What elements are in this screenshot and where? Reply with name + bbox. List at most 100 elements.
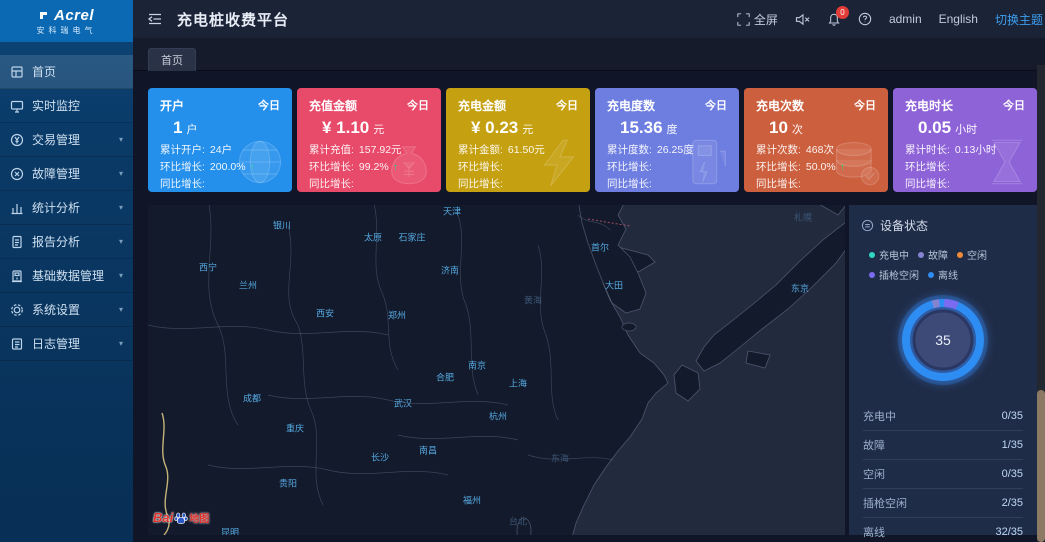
donut-total: 35: [935, 332, 951, 348]
moneybag-icon: [383, 136, 435, 188]
map-canvas[interactable]: 银川天津太原石家庄西宁兰州济南西安郑州成都重庆武汉合肥南京上海杭州长沙南昌贵阳福…: [148, 205, 845, 535]
baidu-suffix-text: 地图: [189, 510, 209, 525]
map-city-label: 郑州: [388, 309, 406, 322]
card-value: 10次: [769, 118, 876, 138]
sidebar-collapse-button[interactable]: [147, 12, 163, 26]
page-title: 充电桩收费平台: [177, 9, 289, 30]
map-city-label: 长沙: [371, 451, 389, 464]
card-title: 充值金额: [309, 97, 357, 114]
help-button[interactable]: [858, 12, 872, 26]
map-city-label: 石家庄: [398, 231, 425, 244]
fullscreen-icon: [737, 13, 750, 26]
chevron-down-icon: ▾: [119, 305, 123, 314]
lightning-icon: [534, 138, 584, 188]
stat-card-charge-amount: 充电金额今日 ¥ 0.23元 累计金额:61.50元 环比增长: 同比增长:: [446, 88, 590, 192]
fault-circle-icon: [10, 167, 24, 181]
username: admin: [889, 12, 922, 26]
status-row: 故障1/35: [863, 431, 1023, 460]
sidebar-item-monitor[interactable]: 实时监控: [0, 89, 133, 123]
map-city-label: 东京: [791, 282, 809, 295]
map-city-label: 西宁: [199, 261, 217, 274]
baidu-paw-icon: [174, 511, 188, 525]
sidebar-item-logs[interactable]: 日志管理 ▾: [0, 327, 133, 361]
stat-card-energy: 充电度数今日 15.36度 累计度数:26.25度 环比增长: 同比增长:: [595, 88, 739, 192]
sidebar-item-transactions[interactable]: 交易管理 ▾: [0, 123, 133, 157]
card-value: 15.36度: [620, 118, 727, 138]
map-city-label: 昆明: [221, 526, 239, 536]
legend-item: 故障: [918, 247, 948, 262]
sidebar-item-faults[interactable]: 故障管理 ▾: [0, 157, 133, 191]
map-city-label: 天津: [443, 205, 461, 218]
fullscreen-label: 全屏: [754, 11, 778, 28]
map-city-label: 武汉: [394, 397, 412, 410]
tab-home[interactable]: 首页: [148, 48, 196, 71]
map-city-label: 贵阳: [279, 477, 297, 490]
device-status-title: 设备状态: [880, 217, 928, 234]
card-value: ¥ 1.10元: [322, 118, 429, 138]
card-title: 充电次数: [756, 97, 804, 114]
scrollbar-thumb[interactable]: [1037, 390, 1045, 542]
sidebar-item-label: 实时监控: [32, 97, 80, 114]
status-icon: [861, 219, 874, 232]
user-menu[interactable]: admin: [889, 12, 922, 26]
card-title: 充电时长: [905, 97, 953, 114]
map-city-label: 太原: [364, 231, 382, 244]
map-city-label: 西安: [316, 307, 334, 320]
card-period: 今日: [854, 97, 876, 114]
top-header: 充电桩收费平台 全屏 0 admin English 切换主题: [133, 0, 1045, 38]
monitor-icon: [10, 99, 24, 113]
brand-mark-icon: [39, 9, 51, 21]
card-period: 今日: [556, 97, 578, 114]
device-status-header: 设备状态: [849, 217, 1037, 234]
language-label: English: [939, 12, 978, 26]
card-value: ¥ 0.23元: [471, 118, 578, 138]
sidebar-item-label: 日志管理: [32, 335, 80, 352]
chevron-down-icon: ▾: [119, 237, 123, 246]
map-city-label: 黄海: [524, 294, 542, 307]
map-city-label: 首尔: [591, 241, 609, 254]
fullscreen-button[interactable]: 全屏: [737, 11, 778, 28]
legend-item: 离线: [928, 267, 958, 282]
sidebar-item-statistics[interactable]: 统计分析 ▾: [0, 191, 133, 225]
notification-badge: 0: [836, 6, 849, 19]
mute-button[interactable]: [795, 13, 810, 26]
chevron-down-icon: ▾: [119, 169, 123, 178]
card-period: 今日: [1003, 97, 1025, 114]
sidebar-item-home[interactable]: 首页: [0, 55, 133, 89]
map-city-label: 济南: [441, 264, 459, 277]
map-city-label: 大田: [605, 279, 623, 292]
map-city-label: 南京: [468, 359, 486, 372]
map-city-label: 南昌: [419, 444, 437, 457]
legend-dot: [869, 272, 875, 278]
sidebar-item-label: 故障管理: [32, 165, 80, 182]
legend-item: 插枪空闲: [869, 267, 919, 282]
status-row: 离线32/35: [863, 518, 1023, 542]
sidebar-item-reports[interactable]: 报告分析 ▾: [0, 225, 133, 259]
card-title: 开户: [160, 97, 184, 114]
stat-card-recharge-amount: 充值金额今日 ¥ 1.10元 累计充值:157.92元 环比增长:99.2%↑ …: [297, 88, 441, 192]
chevron-down-icon: ▾: [119, 339, 123, 348]
chevron-down-icon: ▾: [119, 203, 123, 212]
sidebar-item-label: 基础数据管理: [32, 267, 104, 284]
chevron-down-icon: ▾: [119, 271, 123, 280]
map-city-label: 兰州: [239, 279, 257, 292]
menu-fold-icon: [147, 12, 163, 26]
speaker-muted-icon: [795, 13, 810, 26]
card-value: 1户: [173, 118, 280, 138]
chevron-down-icon: ▾: [119, 135, 123, 144]
notifications-button[interactable]: 0: [827, 12, 841, 27]
sidebar-item-settings[interactable]: 系统设置 ▾: [0, 293, 133, 327]
map-labels-layer: 银川天津太原石家庄西宁兰州济南西安郑州成都重庆武汉合肥南京上海杭州长沙南昌贵阳福…: [148, 205, 845, 535]
brand-name: Acrel: [54, 7, 94, 24]
tab-bar: 首页: [133, 38, 1045, 71]
status-row: 空闲0/35: [863, 460, 1023, 489]
language-switch[interactable]: English: [939, 12, 978, 26]
coins-icon: [830, 136, 882, 188]
charging-pile-icon: [683, 136, 733, 188]
card-period: 今日: [258, 97, 280, 114]
stat-card-sessions: 充电次数今日 10次 累计次数:468次 环比增长:50.0%↑ 同比增长:: [744, 88, 888, 192]
device-status-donut: 35: [849, 285, 1037, 395]
sidebar-item-base-data[interactable]: 基础数据管理 ▾: [0, 259, 133, 293]
theme-switch-link[interactable]: 切换主题: [995, 11, 1043, 28]
yuan-circle-icon: [10, 133, 24, 147]
